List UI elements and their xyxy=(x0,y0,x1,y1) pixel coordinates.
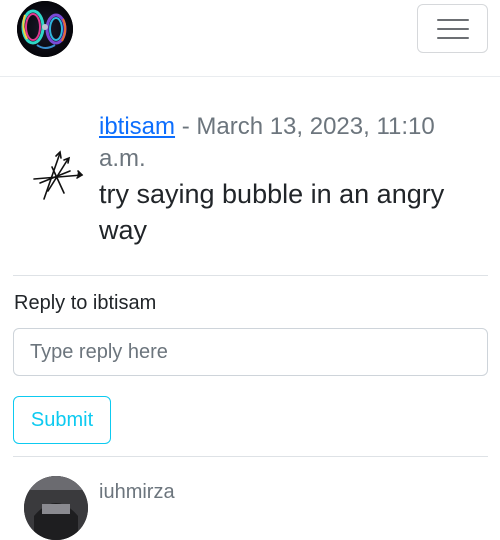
comment-separator: - xyxy=(175,113,197,140)
hamburger-menu-icon xyxy=(437,37,469,39)
hamburger-menu-button[interactable] xyxy=(417,4,488,53)
bubble-logo-icon[interactable] xyxy=(17,1,73,57)
divider xyxy=(13,275,488,276)
sketch-arrows-avatar xyxy=(30,149,86,205)
comment-author-name[interactable]: iuhmirza xyxy=(99,480,175,504)
reply-input[interactable] xyxy=(13,328,488,376)
submit-button[interactable]: Submit xyxy=(13,396,111,444)
comment-text: try saying bubble in an angry way xyxy=(99,179,445,245)
divider xyxy=(13,456,488,457)
hamburger-menu-icon xyxy=(437,19,469,21)
reply-label: Reply to ibtisam xyxy=(14,292,157,314)
comment-author-link[interactable]: ibtisam xyxy=(99,113,175,140)
user-photo-avatar xyxy=(24,476,88,540)
comment-header: ibtisam - March 13, 2023, 11:10 a.m. xyxy=(99,111,479,175)
hamburger-menu-icon xyxy=(437,28,469,30)
navbar xyxy=(0,0,500,77)
